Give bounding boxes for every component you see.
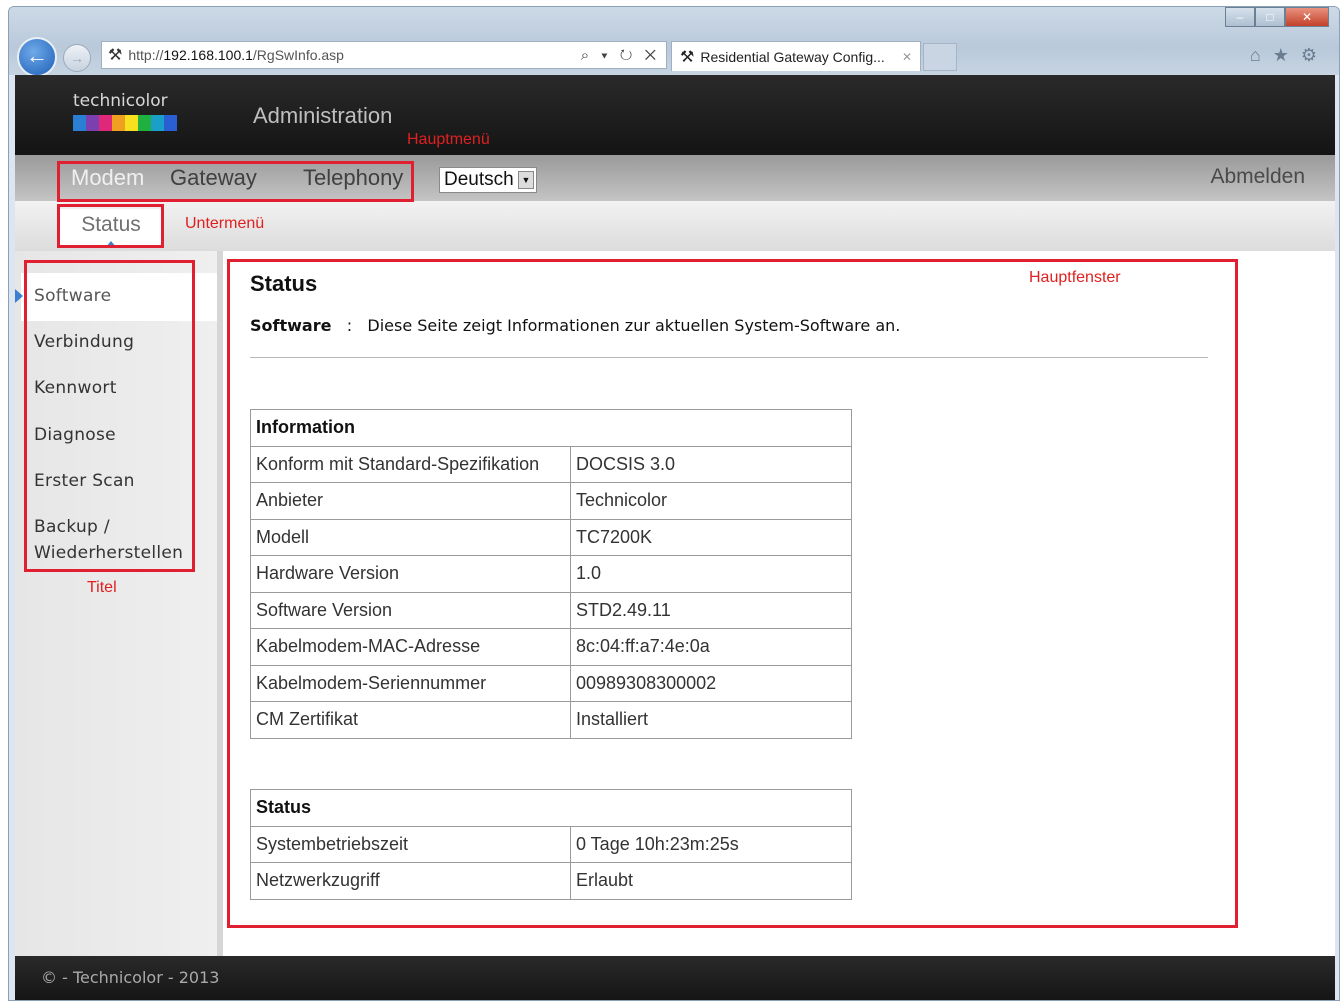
maximize-button[interactable]: □ [1255, 7, 1285, 27]
footer-copyright: © - Technicolor - 2013 [41, 968, 220, 987]
annotation-sub-menu: Untermenü [185, 215, 265, 232]
annotation-box-main-menu [57, 161, 414, 202]
browser-titlebar: – □ ✕ ← → ⚒ http://192.168.100.1/RgSwInf… [9, 7, 1339, 77]
forward-button[interactable]: → [63, 44, 91, 72]
annotation-title: Titel [87, 579, 117, 596]
home-icon[interactable]: ⌂ [1250, 45, 1261, 66]
settings-gear-icon[interactable]: ⚙ [1301, 45, 1317, 66]
new-tab-button[interactable] [923, 43, 957, 71]
url-path: /RgSwInfo.asp [252, 47, 344, 63]
address-actions[interactable]: ⌕ ▾ ↻ ✕ [581, 47, 666, 64]
page-footer: © - Technicolor - 2013 [15, 956, 1335, 1000]
url-host: 192.168.100.1 [163, 47, 253, 63]
sub-menu: Status Untermenü [15, 201, 1335, 251]
favorites-star-icon[interactable]: ★ [1273, 45, 1289, 66]
window-controls: – □ ✕ [1225, 7, 1329, 27]
browser-tools: ⌂ ★ ⚙ [1250, 45, 1317, 66]
logo-color-segment [125, 115, 138, 131]
logo-color-segment [112, 115, 125, 131]
page-header: technicolor Administration Hauptmenü [15, 75, 1335, 155]
close-window-button[interactable]: ✕ [1285, 7, 1329, 27]
annotation-box-sidebar [24, 260, 195, 572]
minimize-button[interactable]: – [1225, 7, 1255, 27]
logout-link[interactable]: Abmelden [1210, 165, 1305, 189]
logo-text: technicolor [73, 91, 168, 111]
address-bar[interactable]: ⚒ http://192.168.100.1/RgSwInfo.asp ⌕ ▾ … [101, 41, 667, 69]
technicolor-logo: technicolor [73, 91, 177, 131]
annotation-main-menu: Hauptmenü [407, 131, 490, 148]
logo-color-segment [99, 115, 112, 131]
site-tools-icon: ⚒ [108, 47, 123, 64]
browser-tab[interactable]: ⚒ Residential Gateway Config... ✕ [671, 41, 921, 71]
back-button[interactable]: ← [17, 37, 57, 77]
logo-color-bar [73, 115, 177, 131]
tab-close-icon[interactable]: ✕ [902, 50, 912, 64]
logo-color-segment [138, 115, 151, 131]
browser-window: – □ ✕ ← → ⚒ http://192.168.100.1/RgSwInf… [8, 6, 1340, 1001]
logo-color-segment [164, 115, 177, 131]
page: technicolor Administration Hauptmenü Mod… [15, 75, 1335, 1000]
url-prefix: http:// [128, 47, 164, 63]
language-select[interactable]: Deutsch ▼ [439, 167, 537, 193]
logo-color-segment [73, 115, 86, 131]
sidebar-active-marker [15, 289, 23, 303]
logo-color-segment [151, 115, 164, 131]
tab-tools-icon: ⚒ [680, 48, 695, 66]
language-value: Deutsch [444, 169, 514, 190]
page-title: Administration [253, 103, 393, 128]
annotation-box-sub-menu [57, 204, 164, 248]
chevron-down-icon[interactable]: ▼ [518, 171, 534, 189]
tab-title: Residential Gateway Config... [700, 48, 885, 65]
annotation-box-main-window [227, 259, 1238, 928]
logo-color-segment [86, 115, 99, 131]
